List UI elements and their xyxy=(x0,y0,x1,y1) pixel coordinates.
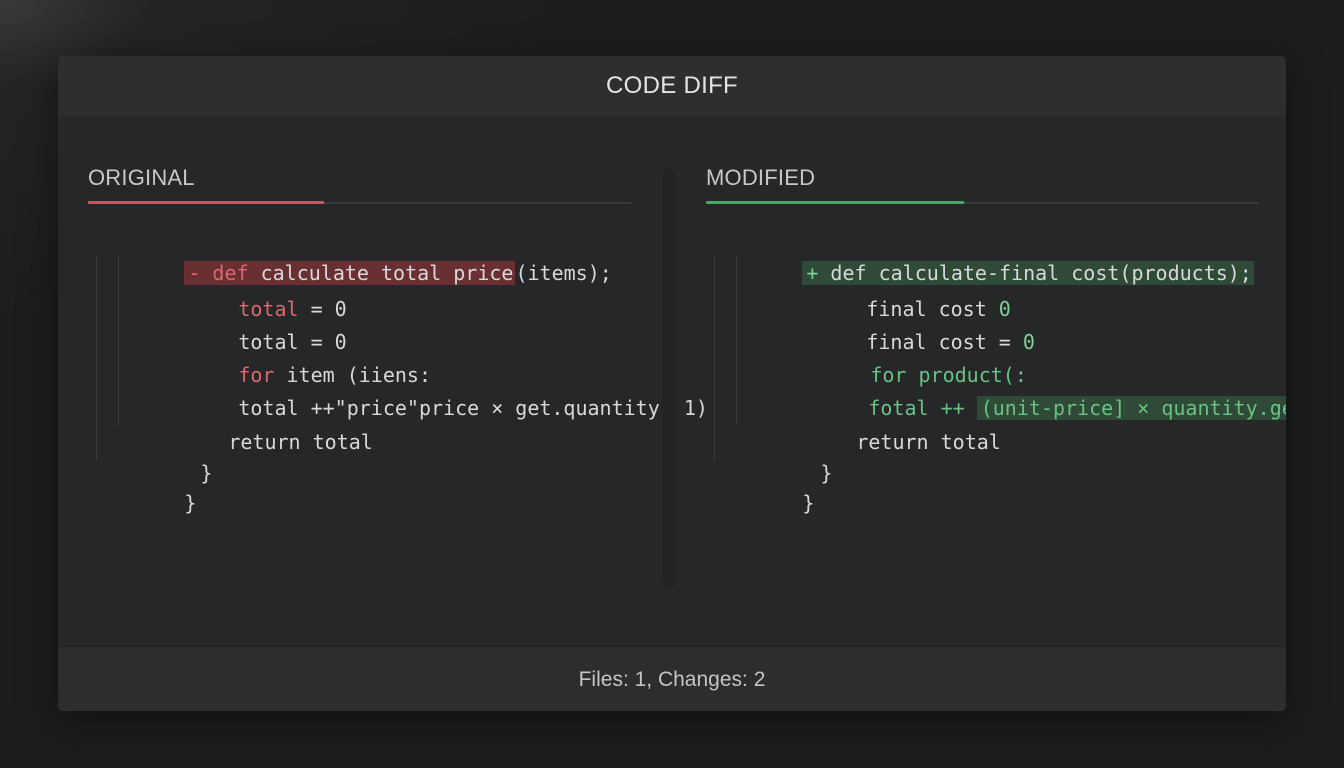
code-text: } xyxy=(200,461,213,485)
code-text: (items); xyxy=(515,261,612,285)
code-text: } xyxy=(820,461,833,485)
status-bar: Files: 1, Changes: 2 xyxy=(58,646,1286,711)
pane-divider[interactable] xyxy=(662,168,676,588)
code-line[interactable]: return total xyxy=(760,391,1001,454)
diff-window: CODE DIFF ORIGINAL - def calculate total… xyxy=(58,56,1286,711)
code-line[interactable]: } xyxy=(88,452,196,515)
code-line-removed[interactable]: - def calculate total price (items); xyxy=(88,222,612,285)
code-line[interactable]: total ++"price"price × get.quantity, 1) xyxy=(142,357,708,420)
code-line[interactable]: total = 0 xyxy=(142,291,346,354)
modified-label: MODIFIED xyxy=(706,165,816,190)
code-text: } xyxy=(802,491,815,515)
code-line[interactable]: total = 0 xyxy=(142,258,346,321)
title-bar: CODE DIFF xyxy=(58,56,1286,116)
code-line[interactable]: return total xyxy=(132,391,373,454)
added-highlight: (unit-price] × quantity.get, 1) xyxy=(976,396,1286,420)
code-line-added[interactable]: + def calculate-final cost(products); xyxy=(706,222,1254,285)
code-text: return total xyxy=(856,430,1001,454)
window-title: CODE DIFF xyxy=(605,72,739,99)
code-line[interactable]: } xyxy=(706,452,814,515)
original-pane: ORIGINAL - def calculate total price (ite… xyxy=(88,165,708,528)
code-text: return total xyxy=(228,430,373,454)
code-text: } xyxy=(184,491,197,515)
modified-pane: MODIFIED + def calculate-final cost(prod… xyxy=(706,165,1286,528)
code-line[interactable]: } xyxy=(104,422,212,485)
original-label: ORIGINAL xyxy=(88,165,195,190)
original-pane-header: ORIGINAL xyxy=(88,165,631,204)
code-line[interactable]: for item (iiens: xyxy=(142,324,431,387)
modified-header-accent xyxy=(706,201,964,204)
code-line[interactable]: final cost 0 xyxy=(770,258,1011,321)
code-line[interactable]: } xyxy=(724,422,832,485)
code-line[interactable]: fotal ++ (unit-price] × quantity.get, 1) xyxy=(772,357,1286,420)
modified-pane-header: MODIFIED xyxy=(706,165,1258,204)
code-line[interactable]: for product(: xyxy=(774,324,1027,387)
status-text: Files: 1, Changes: 2 xyxy=(578,667,766,691)
original-header-accent xyxy=(88,201,324,204)
code-line[interactable]: final cost = 0 xyxy=(770,291,1035,354)
